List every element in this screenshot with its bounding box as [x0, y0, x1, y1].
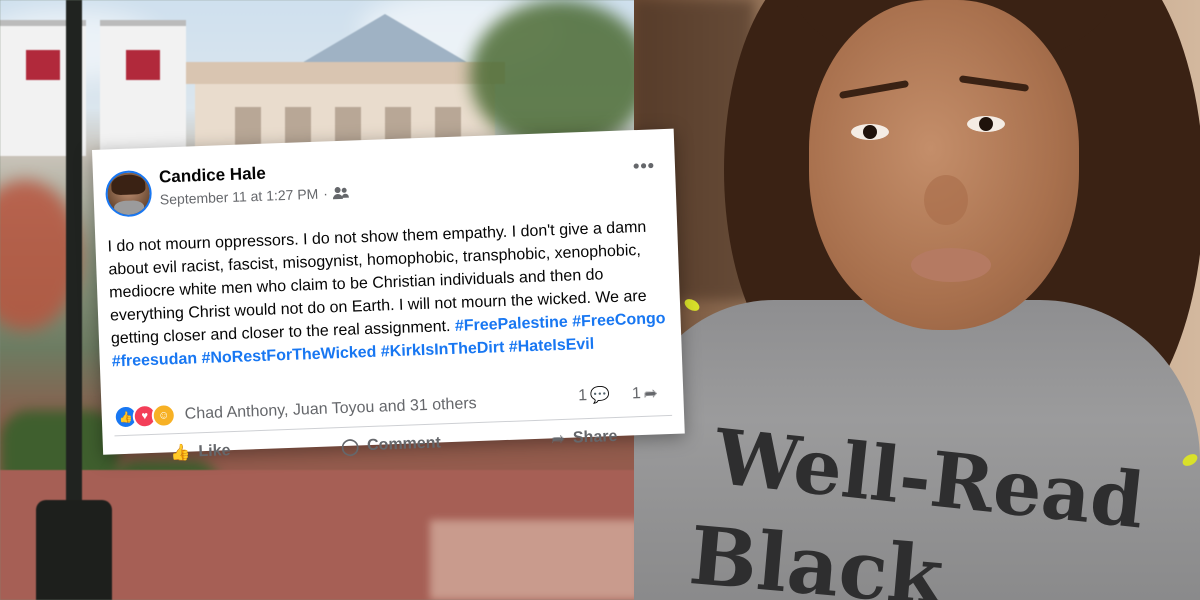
friends-icon[interactable]	[332, 186, 350, 200]
post-author[interactable]: Candice Hale	[159, 164, 266, 188]
comment-count-value: 1	[577, 387, 588, 405]
share-button[interactable]: ➦ Share	[541, 423, 628, 454]
comment-count[interactable]: 1 💬	[578, 385, 611, 406]
comment-icon: ◯	[340, 438, 360, 457]
share-label: Share	[572, 427, 618, 447]
engagement-counts: 1 💬 1 ➦	[578, 383, 658, 406]
like-button[interactable]: 👍 Like	[160, 437, 241, 468]
post-timestamp[interactable]: September 11 at 1:27 PM	[160, 186, 319, 208]
comment-button[interactable]: ◯ Comment	[331, 429, 452, 461]
post-body: I do not mourn oppressors. I do not show…	[107, 215, 672, 373]
like-label: Like	[198, 442, 231, 461]
share-count[interactable]: 1 ➦	[632, 383, 658, 404]
facebook-post-card: Candice Hale September 11 at 1:27 PM · •…	[92, 128, 685, 462]
thumbs-up-icon: 👍	[170, 444, 191, 463]
comment-label: Comment	[366, 434, 442, 455]
share-count-value: 1	[631, 385, 642, 403]
share-icon: ➦	[551, 430, 566, 449]
comment-bubble-icon: 💬	[589, 387, 611, 405]
reactions-summary[interactable]: Chad Anthony, Juan Toyou and 31 others	[184, 395, 477, 424]
meta-separator: ·	[322, 185, 329, 202]
share-arrow-icon: ➦	[643, 385, 658, 403]
selfie-photo: Well-Read Black	[634, 0, 1200, 600]
post-meta: September 11 at 1:27 PM ·	[160, 185, 350, 208]
more-options-icon[interactable]: •••	[633, 155, 656, 177]
avatar[interactable]	[104, 169, 153, 218]
care-reaction-icon: ☺	[151, 403, 177, 428]
